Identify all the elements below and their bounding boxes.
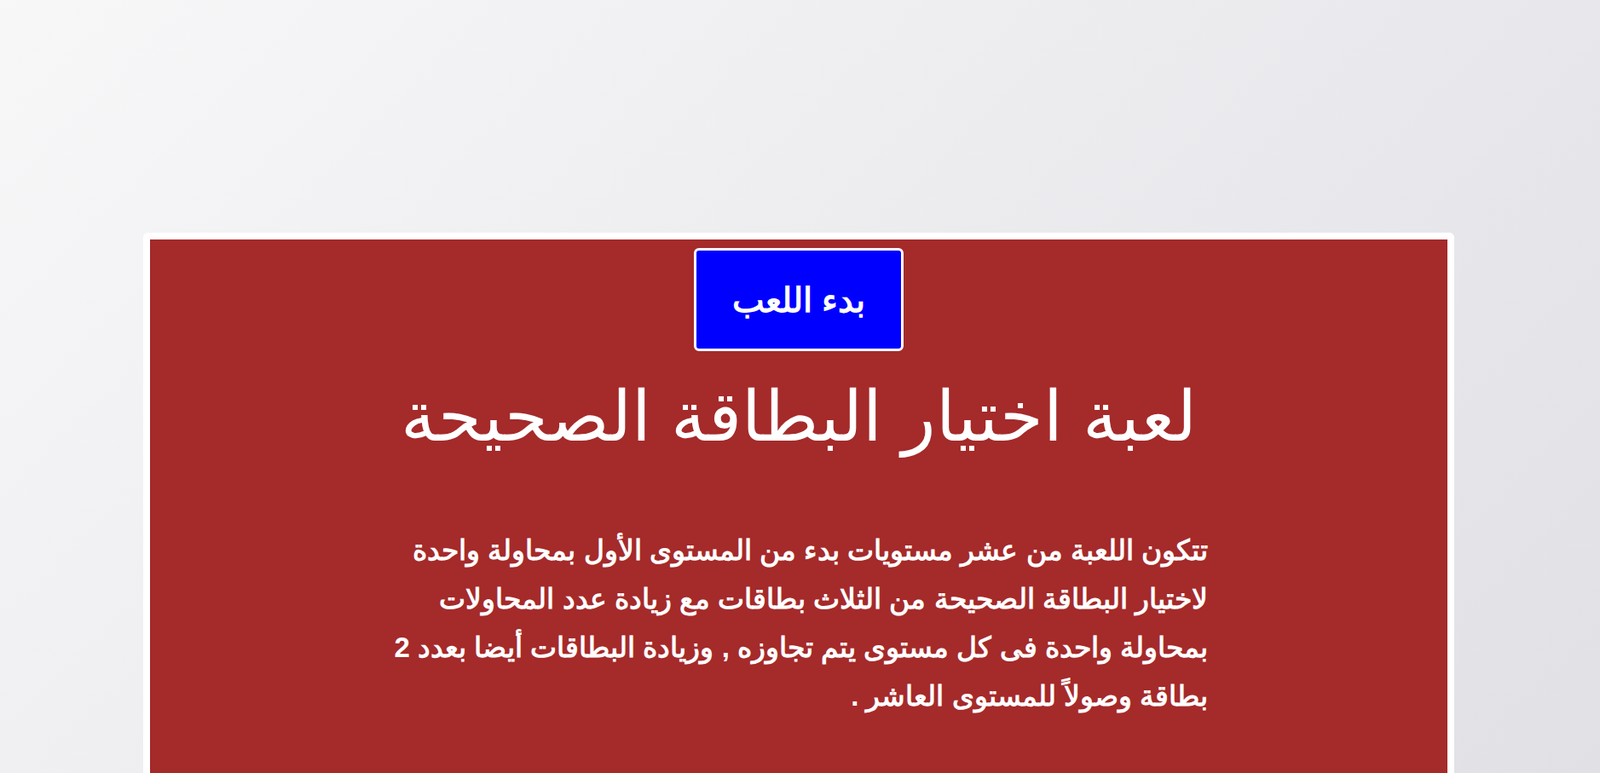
content-column: لعبة اختيار البطاقة الصحيحة تتكون اللعبة…: [389, 375, 1208, 721]
game-panel: بدء اللعب لعبة اختيار البطاقة الصحيحة تت…: [143, 232, 1455, 773]
cards-background: بدء اللعب لعبة اختيار البطاقة الصحيحة تت…: [0, 0, 1600, 773]
start-button[interactable]: بدء اللعب: [693, 248, 904, 352]
game-description: تتكون اللعبة من عشر مستويات بدء من المست…: [389, 526, 1208, 721]
game-title: لعبة اختيار البطاقة الصحيحة: [389, 375, 1208, 459]
